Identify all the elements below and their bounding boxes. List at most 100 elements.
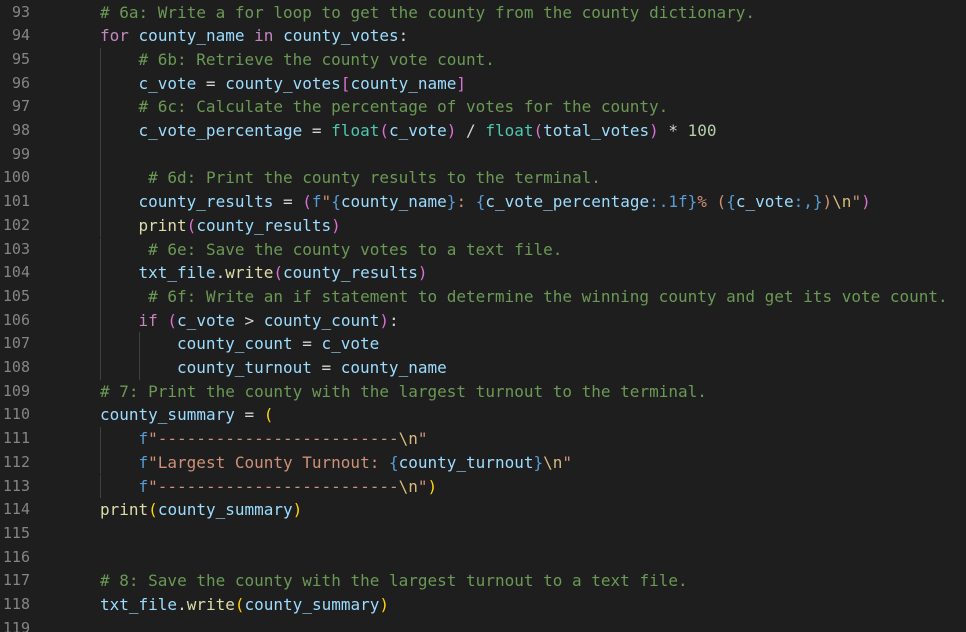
code-line[interactable]: 103 # 6e: Save the county votes to a tex…	[0, 237, 966, 262]
code-token: "	[417, 429, 428, 449]
code-token: =	[196, 73, 226, 93]
line-number: 105	[2, 286, 30, 305]
code-line[interactable]: 101 county_results = (f"{county_name}: {c…	[0, 190, 966, 214]
code-token: ]	[456, 73, 467, 93]
line-number: 94	[11, 26, 30, 45]
code-token: "	[321, 192, 332, 212]
code-text: f"-------------------------\n")	[139, 475, 438, 499]
code-token: county_summary	[244, 595, 380, 614]
code-line[interactable]: 119	[0, 617, 966, 632]
code-line[interactable]: 118 txt_file.write(county_summary)	[0, 593, 966, 617]
code-line[interactable]: 102 print(county_results)	[0, 213, 966, 238]
code-token: )	[417, 263, 428, 283]
line-number: 107	[2, 334, 30, 353]
code-text: f"Largest County Turnout: {county_turnou…	[139, 451, 573, 475]
code-line[interactable]: 107 county_count = c_vote	[0, 332, 966, 356]
code-token: total_votes	[543, 121, 650, 140]
code-token: txt_file	[100, 595, 178, 614]
code-token: =	[234, 405, 264, 425]
code-token: (	[167, 310, 178, 330]
code-line[interactable]: 93 # 6a: Write a for loop to get the coun…	[0, 1, 966, 25]
code-line[interactable]: 97 # 6c: Calculate the percentage of vote…	[0, 95, 966, 119]
code-line[interactable]: 115	[0, 522, 966, 546]
code-token: # 6a: Write a for loop to get the county…	[100, 2, 756, 22]
code-token: c_vote_percentage	[138, 121, 303, 140]
code-token: c_vote	[177, 310, 235, 330]
code-token: f	[138, 452, 149, 472]
code-token: county_name	[340, 192, 447, 212]
code-text: if (c_vote > county_count):	[139, 309, 399, 333]
indent-guide	[100, 427, 101, 451]
code-text: c_vote_percentage = float(c_vote) / floa…	[139, 119, 717, 143]
code-token: c_vote	[388, 121, 447, 140]
code-text: # 6a: Write a for loop to get the county…	[100, 1, 755, 25]
code-line[interactable]: 112 f"Largest County Turnout: {county_tur…	[0, 450, 966, 475]
code-token: write	[186, 595, 235, 614]
line-number: 96	[11, 73, 30, 92]
code-token: # 6e: Save the county votes to a text fi…	[148, 239, 563, 259]
code-line[interactable]: 117 # 8: Save the county with the largest…	[0, 569, 966, 593]
code-token: county_count	[263, 310, 380, 330]
indent-guide	[100, 47, 101, 72]
code-token: 100	[687, 121, 717, 140]
line-number: 93	[11, 2, 30, 21]
code-token: )	[379, 310, 389, 330]
line-number: 118	[2, 595, 30, 613]
code-token: {	[726, 192, 736, 212]
code-line[interactable]: 95 # 6b: Retrieve the county vote count.	[0, 47, 966, 72]
code-token: (	[234, 595, 245, 614]
code-token: "Largest County Turnout:	[148, 452, 389, 472]
code-line[interactable]: 111 f"-------------------------\n"	[0, 427, 966, 451]
indent-guide	[100, 284, 101, 309]
code-text: county_count = c_vote	[177, 332, 379, 356]
code-token: (	[379, 121, 389, 140]
code-line[interactable]: 99	[0, 142, 966, 167]
code-token: print	[100, 500, 149, 520]
code-line[interactable]: 110 county_summary = (	[0, 403, 966, 427]
line-number: 100	[2, 168, 30, 187]
indent-guide	[100, 95, 101, 119]
code-token: # 8: Save the county with the largest tu…	[100, 571, 688, 591]
code-token: county_results	[283, 263, 418, 283]
code-token: =	[273, 192, 303, 212]
line-number: 119	[2, 618, 30, 632]
code-token: {	[388, 452, 399, 472]
code-line[interactable]: 94 for county_name in county_votes:	[0, 24, 966, 48]
line-number: 97	[11, 97, 30, 116]
code-line[interactable]: 109 # 7: Print the county with the larges…	[0, 380, 966, 404]
code-token: c_vote	[138, 73, 197, 93]
indent-guide	[100, 474, 101, 499]
code-token: c_vote	[321, 334, 380, 354]
code-text: # 7: Print the county with the largest t…	[100, 380, 707, 404]
code-line[interactable]: 100 # 6d: Print the county results to th…	[0, 166, 966, 191]
code-text: txt_file.write(county_summary)	[100, 593, 389, 617]
code-token: )	[861, 192, 871, 212]
code-line[interactable]: 96 c_vote = county_votes[county_name]	[0, 71, 966, 96]
code-line[interactable]: 108 county_turnout = county_name	[0, 356, 966, 380]
code-token: county_name	[350, 73, 457, 93]
code-token: *	[658, 121, 688, 140]
code-text: f"-------------------------\n"	[139, 427, 428, 451]
code-line[interactable]: 116	[0, 546, 966, 570]
code-line[interactable]: 114 print(county_summary)	[0, 498, 966, 522]
indent-guide	[100, 356, 101, 380]
code-token: float	[331, 121, 380, 140]
code-line[interactable]: 105 # 6f: Write an if statement to deter…	[0, 284, 966, 309]
code-token: f	[138, 476, 149, 496]
code-text: # 6c: Calculate the percentage of votes …	[139, 95, 669, 119]
code-text: # 6d: Print the county results to the te…	[139, 166, 601, 190]
code-line[interactable]: 106 if (c_vote > county_count):	[0, 308, 966, 333]
code-token: # 6d: Print the county results to the te…	[148, 168, 601, 188]
indent-guide	[100, 450, 101, 475]
code-line[interactable]: 98 c_vote_percentage = float(c_vote) / fl…	[0, 119, 966, 143]
code-line[interactable]: 104 txt_file.write(county_results)	[0, 261, 966, 285]
code-token: )	[649, 121, 659, 140]
line-number: 101	[2, 192, 30, 211]
code-editor[interactable]: 93 # 6a: Write a for loop to get the coun…	[0, 0, 966, 632]
code-line[interactable]: 113 f"-------------------------\n")	[0, 474, 966, 499]
indent-guide	[100, 190, 101, 214]
code-token: )	[292, 500, 303, 520]
